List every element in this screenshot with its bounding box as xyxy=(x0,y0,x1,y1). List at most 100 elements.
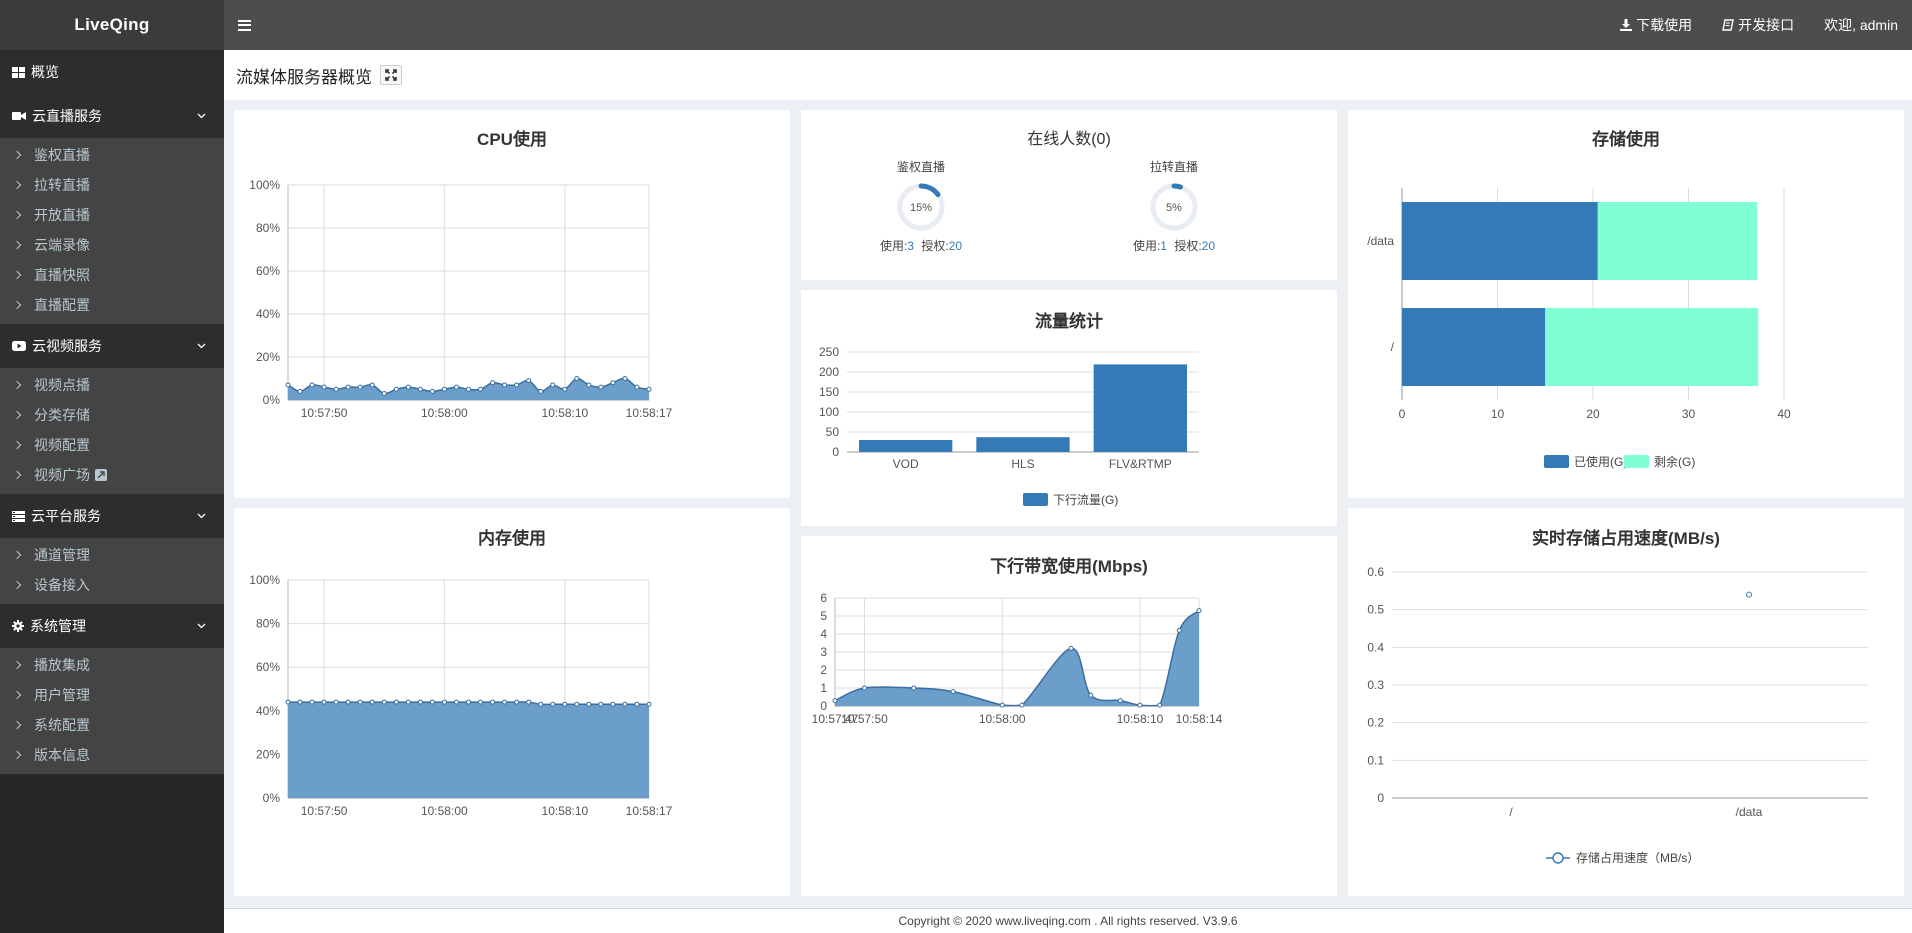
x-tick-label: 40 xyxy=(1777,407,1791,421)
gauge-label: 拉转直播 xyxy=(1149,160,1198,174)
x-tick-label: 10:58:17 xyxy=(626,804,673,818)
sidebar-item-overview[interactable]: 概览 xyxy=(0,50,224,94)
data-point xyxy=(478,386,484,392)
gauge-percent: 15% xyxy=(910,202,932,214)
data-point xyxy=(490,699,496,705)
y-tick-label: 4 xyxy=(820,627,827,641)
dashboard-icon xyxy=(12,66,25,78)
chevron-right-icon xyxy=(12,660,22,670)
sidebar-item-user-manage[interactable]: 用户管理 xyxy=(0,680,224,710)
app-logo[interactable]: LiveQing xyxy=(0,0,224,50)
storage-chart: 0 10 20 30 40/data / 已使用(G) 剩余(G) xyxy=(1367,188,1791,469)
sidebar-item-label: 鉴权直播 xyxy=(34,147,90,163)
data-point xyxy=(562,701,568,707)
sidebar-item-open-live[interactable]: 开放直播 xyxy=(0,200,224,230)
y-tick-label: 150 xyxy=(819,385,839,399)
speed-chart: 0.6 0.5 0.4 0.3 0.2 0.1 0 / /data 存储占用速度（MB/s） xyxy=(1367,565,1868,865)
x-tick-label: 20 xyxy=(1586,407,1600,421)
sidebar-group-label: 云直播服务 xyxy=(32,108,102,124)
sidebar-item-label: 视频广场 xyxy=(34,467,90,483)
chevron-right-icon xyxy=(12,750,22,760)
sidebar-toggle-button[interactable] xyxy=(224,0,264,50)
sidebar-item-category-storage[interactable]: 分类存储 xyxy=(0,400,224,430)
fullscreen-button[interactable] xyxy=(380,65,402,85)
data-point xyxy=(393,699,399,705)
y-tick-label: 3 xyxy=(820,645,827,659)
data-point xyxy=(333,699,339,705)
used-label: 使用: xyxy=(879,239,908,253)
bar xyxy=(976,437,1070,452)
data-point xyxy=(381,699,387,705)
sidebar-group-label: 系统管理 xyxy=(30,618,86,634)
x-tick-label: FLV&RTMP xyxy=(1109,457,1172,471)
legend-label: 剩余(G) xyxy=(1654,454,1695,469)
data-point xyxy=(562,386,568,392)
sidebar-item-label: 开放直播 xyxy=(34,207,90,223)
data-point xyxy=(574,376,580,381)
data-point xyxy=(574,701,580,707)
sidebar-item-pull-live[interactable]: 拉转直播 xyxy=(0,170,224,200)
data-point xyxy=(369,382,375,388)
data-point xyxy=(1137,702,1143,708)
x-tick-label: 30 xyxy=(1682,407,1696,421)
legend-label: 下行流量(G) xyxy=(1053,493,1118,507)
sidebar-group-head[interactable]: 系统管理 xyxy=(0,604,224,648)
api-link[interactable]: 开发接口 xyxy=(1722,15,1794,35)
sidebar-item-cloud-record[interactable]: 云端录像 xyxy=(0,230,224,260)
sidebar-item-video-square[interactable]: 视频广场 xyxy=(0,460,224,490)
data-point xyxy=(1068,645,1074,651)
y-tick-label: 0.2 xyxy=(1367,716,1384,730)
download-link[interactable]: 下载使用 xyxy=(1620,15,1692,35)
data-point xyxy=(586,701,592,707)
sidebar-item-auth-live[interactable]: 鉴权直播 xyxy=(0,140,224,170)
data-point xyxy=(1196,608,1202,614)
sidebar-group-head[interactable]: 云平台服务 xyxy=(0,494,224,538)
sidebar-group-head[interactable]: 云直播服务 xyxy=(0,94,224,138)
sidebar-item-device-access[interactable]: 设备接入 xyxy=(0,570,224,600)
chevron-down-icon xyxy=(197,513,206,519)
sidebar-item-channel-manage[interactable]: 通道管理 xyxy=(0,540,224,570)
sidebar-item-vod[interactable]: 视频点播 xyxy=(0,370,224,400)
sidebar-item-video-config[interactable]: 视频配置 xyxy=(0,430,224,460)
bar xyxy=(859,440,953,452)
bandwidth-chart: 654321010:57:4710:57:50 10:58:00 10:58:10 1… xyxy=(812,591,1223,726)
online-title: 在线人数(0) xyxy=(1027,131,1111,148)
sidebar-item-play-integration[interactable]: 播放集成 xyxy=(0,650,224,680)
chevron-right-icon xyxy=(12,380,22,390)
sidebar-group-label: 云平台服务 xyxy=(31,508,101,524)
data-point xyxy=(1157,702,1163,708)
licensed-label: 授权: xyxy=(1174,239,1202,253)
youtube-play-icon xyxy=(12,341,26,351)
x-tick-label: /data xyxy=(1736,805,1763,819)
sidebar-item-label: 云端录像 xyxy=(34,237,90,253)
data-point xyxy=(634,384,640,390)
y-tick-label: 0.3 xyxy=(1367,678,1384,692)
sidebar-item-system-config[interactable]: 系统配置 xyxy=(0,710,224,740)
data-point xyxy=(1088,692,1094,698)
data-point xyxy=(610,380,616,386)
legend-swatch xyxy=(1023,493,1048,506)
sidebar-item-live-config[interactable]: 直播配置 xyxy=(0,290,224,320)
data-point xyxy=(405,384,411,390)
y-tick-label: 100 xyxy=(819,405,839,419)
data-point xyxy=(478,699,484,705)
sidebar-item-version-info[interactable]: 版本信息 xyxy=(0,740,224,770)
sidebar-item-label: 版本信息 xyxy=(34,747,90,763)
data-point xyxy=(466,699,471,705)
expand-icon xyxy=(385,69,397,81)
data-point xyxy=(429,388,435,394)
y-tick-label: 0% xyxy=(263,791,281,805)
sidebar-item-live-snapshot[interactable]: 直播快照 xyxy=(0,260,224,290)
data-point xyxy=(950,689,956,695)
x-tick-label: 10:58:00 xyxy=(979,712,1026,726)
auth-live-gauge: 鉴权直播 15% 使用:3 授权:20 xyxy=(861,158,981,254)
y-tick-label: 80% xyxy=(256,221,280,235)
user-menu[interactable]: 欢迎, admin xyxy=(1824,15,1898,35)
licensed-value: 20 xyxy=(1201,239,1216,253)
data-point xyxy=(911,685,917,691)
data-point xyxy=(441,699,447,705)
data-point xyxy=(526,699,532,705)
sidebar-group-head[interactable]: 云视频服务 xyxy=(0,324,224,368)
data-point xyxy=(862,685,868,691)
cpu-panel: CPU使用 100% 80% 60% 40% 20% 0% 10:57:50 10:58:00… xyxy=(234,110,790,498)
